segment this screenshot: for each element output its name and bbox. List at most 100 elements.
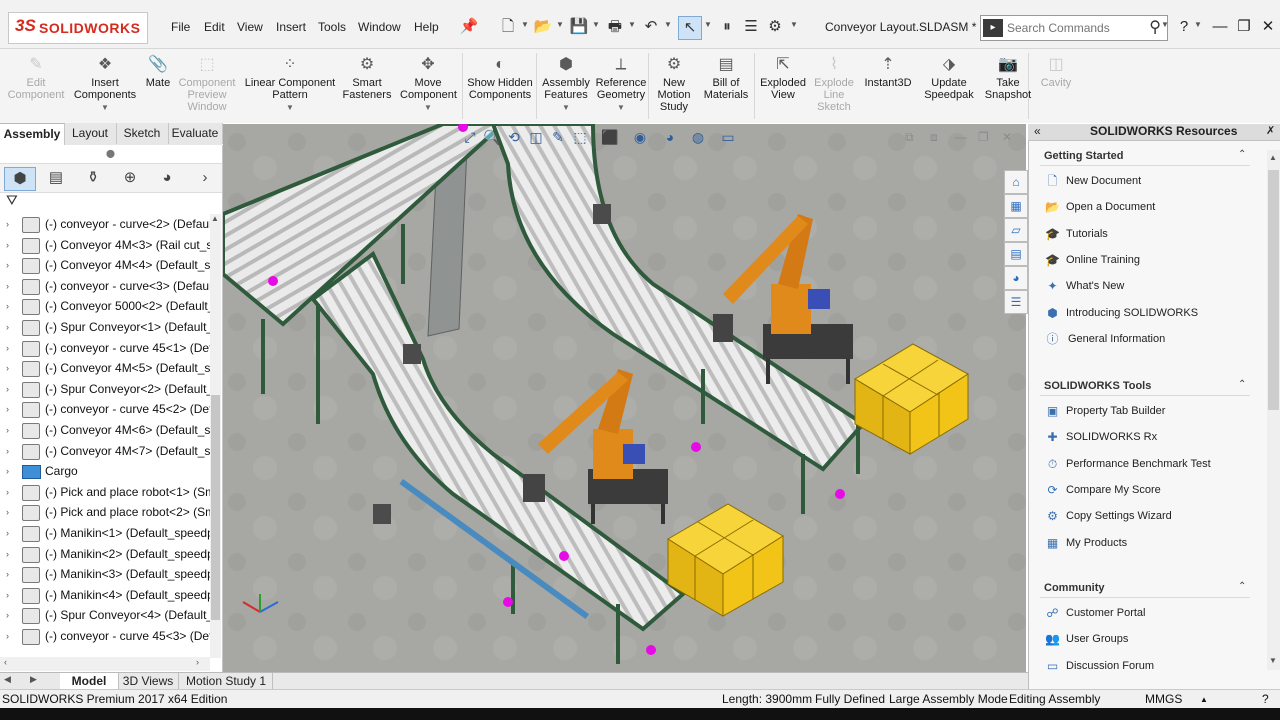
minimize-button[interactable]: — [1208, 16, 1232, 38]
dynamic-annotation-icon[interactable]: ✎ [548, 127, 568, 147]
section-title[interactable]: SOLIDWORKS Tools [1044, 380, 1151, 392]
expand-icon[interactable]: › [6, 214, 9, 235]
task-pane-scroll-thumb[interactable] [1268, 170, 1279, 410]
expand-icon[interactable]: › [6, 276, 9, 297]
chevron-down-icon[interactable]: ▼ [242, 102, 338, 114]
tree-item[interactable]: › (-) Conveyor 5000<2> (Default_s [0, 296, 210, 317]
property-manager-icon[interactable]: ▤ [41, 167, 71, 189]
viewport-tile-icon[interactable]: ⧉ [905, 130, 914, 145]
tree-item[interactable]: › (-) Spur Conveyor<2> (Default_s [0, 379, 210, 400]
menu-window[interactable]: Window [358, 20, 401, 34]
chevron-right-icon[interactable]: › [196, 167, 214, 189]
expand-icon[interactable]: › [6, 626, 9, 647]
update-speedpak-button[interactable]: ⬗ Update Speedpak [918, 53, 980, 123]
new-document-icon[interactable]: 🗋 [497, 16, 519, 38]
file-explorer-icon[interactable]: ▱ [1004, 218, 1028, 242]
menu-tools[interactable]: Tools [318, 20, 346, 34]
view-palette-icon[interactable]: ▤ [1004, 242, 1028, 266]
tree-item[interactable]: › (-) Conveyor 4M<7> (Default_sp [0, 441, 210, 462]
section-view-icon[interactable]: ◫ [526, 127, 546, 147]
expand-icon[interactable]: › [6, 235, 9, 256]
tree-item[interactable]: › (-) conveyor - curve 45<1> (Defa [0, 338, 210, 359]
home-icon[interactable]: ⌂ [1004, 170, 1028, 194]
configuration-manager-icon[interactable]: ⚱ [78, 167, 108, 189]
collapse-pane-icon[interactable]: « [1034, 124, 1041, 138]
tree-folder[interactable]: › Cargo [0, 461, 210, 482]
search-icon[interactable]: ⚲ [1149, 17, 1161, 37]
apply-scene-icon[interactable]: ◍ [688, 127, 708, 147]
assembly-3d-view[interactable] [223, 124, 1026, 672]
viewport-split-icon[interactable]: ⧈ [930, 130, 938, 145]
menu-file[interactable]: File [171, 20, 190, 34]
viewport-maximize-icon[interactable]: ❐ [978, 130, 989, 144]
expand-icon[interactable]: › [6, 605, 9, 626]
chevron-down-icon[interactable]: ▼ [400, 102, 456, 114]
expand-icon[interactable]: › [6, 502, 9, 523]
expand-icon[interactable]: › [6, 379, 9, 400]
task-pane-link[interactable]: What's New [1066, 280, 1124, 292]
tree-item[interactable]: › (-) conveyor - curve<2> (Default [0, 214, 210, 235]
menu-edit[interactable]: Edit [204, 20, 225, 34]
task-pane-link[interactable]: Introducing SOLIDWORKS [1066, 307, 1198, 319]
tree-item[interactable]: › (-) conveyor - curve 45<2> (Defa [0, 399, 210, 420]
tree-item[interactable]: › (-) Manikin<2> (Default_speedpa [0, 544, 210, 565]
splitter-handle-icon[interactable]: ⬤ [106, 149, 115, 158]
expand-icon[interactable]: › [6, 482, 9, 503]
insert-components-button[interactable]: ❖ Insert Components ▼ [72, 53, 138, 123]
viewport-minimize-icon[interactable]: — [955, 130, 967, 144]
display-manager-icon[interactable]: ◕ [152, 167, 182, 189]
expand-icon[interactable]: › [6, 338, 9, 359]
zoom-area-icon[interactable]: 🔍 [482, 127, 502, 147]
pin-icon[interactable]: ✗ [1266, 124, 1275, 137]
pin-icon[interactable]: 📌 [458, 16, 480, 38]
task-pane-link[interactable]: Property Tab Builder [1066, 405, 1165, 417]
scroll-left-icon[interactable]: ‹ [4, 657, 7, 667]
expand-icon[interactable]: › [6, 399, 9, 420]
tree-item[interactable]: › (-) Conveyor 4M<5> (Default_sp [0, 358, 210, 379]
chevron-down-icon[interactable]: ▼ [1161, 20, 1169, 29]
expand-icon[interactable]: › [6, 296, 9, 317]
expand-icon[interactable]: › [6, 523, 9, 544]
task-pane-link[interactable]: New Document [1066, 175, 1141, 187]
menu-help[interactable]: Help [414, 20, 439, 34]
tab-sketch[interactable]: Sketch [116, 123, 169, 144]
filter-icon[interactable]: ⛛ [6, 192, 18, 209]
chevron-down-icon[interactable]: ▼ [538, 102, 594, 114]
new-motion-study-button[interactable]: ⚙ New Motion Study [652, 53, 696, 123]
show-hidden-components-button[interactable]: ◐ Show Hidden Components [464, 53, 536, 123]
chevron-up-icon[interactable]: ▲ [1200, 695, 1208, 704]
mode-status[interactable]: Large Assembly Mode [889, 692, 1008, 706]
edit-component-button[interactable]: ✎ Edit Component [4, 53, 68, 123]
chevron-down-icon[interactable]: ▼ [72, 102, 138, 114]
expand-icon[interactable]: › [6, 461, 9, 482]
open-icon[interactable]: 📂 [532, 16, 554, 38]
task-pane-link[interactable]: General Information [1068, 333, 1165, 345]
zoom-to-fit-icon[interactable]: ⤢ [460, 127, 480, 147]
task-pane-link[interactable]: Copy Settings Wizard [1066, 510, 1172, 522]
hide-show-icon[interactable]: ◉ [630, 127, 650, 147]
options-gear-icon[interactable]: ⚙ [764, 16, 786, 38]
task-pane-link[interactable]: My Products [1066, 537, 1127, 549]
section-title[interactable]: Community [1044, 582, 1105, 594]
tab-motion-study-1[interactable]: Motion Study 1 [180, 673, 273, 689]
assembly-features-button[interactable]: ⬢ Assembly Features ▼ [538, 53, 594, 123]
previous-view-icon[interactable]: ⟲ [504, 127, 524, 147]
scroll-right-icon[interactable]: › [196, 657, 199, 667]
bill-of-materials-button[interactable]: ▤ Bill of Materials [700, 53, 752, 123]
scroll-up-icon[interactable]: ▲ [1269, 153, 1277, 162]
undo-icon[interactable]: ↶ [640, 16, 662, 38]
tree-item[interactable]: › (-) Spur Conveyor<4> (Default_s [0, 605, 210, 626]
expand-icon[interactable]: › [6, 564, 9, 585]
tree-item[interactable]: › (-) Manikin<1> (Default_speedpa [0, 523, 210, 544]
task-pane-link[interactable]: User Groups [1066, 633, 1128, 645]
tab-3d-views[interactable]: 3D Views [118, 673, 179, 689]
chevron-down-icon[interactable]: ▼ [1194, 20, 1202, 29]
expand-icon[interactable]: › [6, 358, 9, 379]
design-library-icon[interactable]: ▦ [1004, 194, 1028, 218]
tab-model[interactable]: Model [60, 673, 119, 689]
tree-item[interactable]: › (-) Manikin<4> (Default_speedpa [0, 585, 210, 606]
print-icon[interactable]: 🖶 [604, 16, 626, 38]
explode-line-sketch-button[interactable]: ⌇ Explode Line Sketch [808, 53, 860, 123]
scroll-down-icon[interactable]: ▼ [1269, 656, 1277, 665]
tab-scroll-left-icon[interactable]: ◀ [4, 674, 11, 685]
